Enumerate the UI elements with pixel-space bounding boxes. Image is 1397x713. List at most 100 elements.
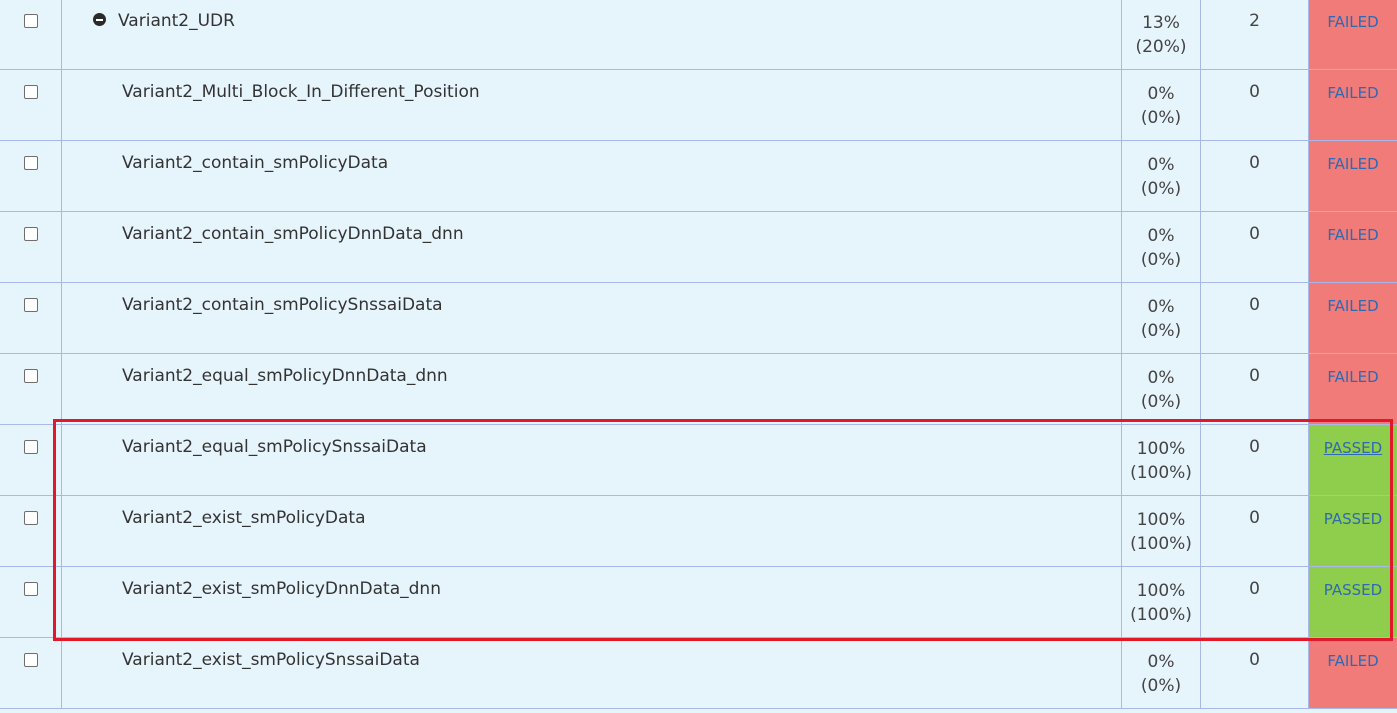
status-cell: FAILED — [1309, 212, 1397, 282]
table-row: Variant2_contain_smPolicySnssaiData 0% (0… — [0, 283, 1397, 354]
test-name: Variant2_contain_smPolicySnssaiData — [122, 295, 443, 315]
checkbox-cell — [0, 638, 62, 708]
count-value: 2 — [1249, 11, 1260, 31]
percent-value: 0% (0%) — [1140, 368, 1182, 412]
name-cell: Variant2_contain_smPolicySnssaiData — [62, 283, 1122, 353]
row-checkbox[interactable] — [24, 14, 38, 28]
status-cell: PASSED — [1309, 425, 1397, 495]
count-value: 0 — [1249, 295, 1260, 315]
row-checkbox[interactable] — [24, 227, 38, 241]
test-name: Variant2_exist_smPolicySnssaiData — [122, 650, 420, 670]
test-name: Variant2_equal_smPolicySnssaiData — [122, 437, 427, 457]
count-cell: 0 — [1201, 70, 1309, 140]
count-value: 0 — [1249, 224, 1260, 244]
name-cell: Variant2_Multi_Block_In_Different_Positi… — [62, 70, 1122, 140]
percent-cell: 0% (0%) — [1122, 212, 1201, 282]
percent-value: 100% (100%) — [1130, 439, 1192, 483]
status-link[interactable]: FAILED — [1309, 368, 1397, 386]
minus-circle-icon[interactable] — [93, 13, 106, 26]
status-cell: PASSED — [1309, 567, 1397, 637]
percent-cell: 0% (0%) — [1122, 141, 1201, 211]
percent-cell: 0% (0%) — [1122, 283, 1201, 353]
count-value: 0 — [1249, 508, 1260, 528]
row-checkbox[interactable] — [24, 298, 38, 312]
count-cell: 2 — [1201, 0, 1309, 69]
checkbox-cell — [0, 496, 62, 566]
test-name: Variant2_contain_smPolicyDnnData_dnn — [122, 224, 464, 244]
count-value: 0 — [1249, 579, 1260, 599]
status-cell: FAILED — [1309, 70, 1397, 140]
test-name: Variant2_UDR — [118, 11, 235, 31]
percent-cell: 0% (0%) — [1122, 354, 1201, 424]
status-link[interactable]: PASSED — [1309, 510, 1397, 528]
row-checkbox[interactable] — [24, 85, 38, 99]
status-cell: FAILED — [1309, 0, 1397, 69]
percent-cell: 100% (100%) — [1122, 425, 1201, 495]
row-checkbox[interactable] — [24, 156, 38, 170]
row-checkbox[interactable] — [24, 369, 38, 383]
table-row: Variant2_Multi_Block_In_Different_Positi… — [0, 70, 1397, 141]
name-cell: Variant2_UDR — [62, 0, 1122, 69]
count-value: 0 — [1249, 650, 1260, 670]
test-name: Variant2_exist_smPolicyDnnData_dnn — [122, 579, 441, 599]
count-cell: 0 — [1201, 567, 1309, 637]
status-cell: FAILED — [1309, 354, 1397, 424]
count-value: 0 — [1249, 437, 1260, 457]
checkbox-cell — [0, 0, 62, 69]
count-cell: 0 — [1201, 354, 1309, 424]
name-cell: Variant2_exist_smPolicyDnnData_dnn — [62, 567, 1122, 637]
row-checkbox[interactable] — [24, 653, 38, 667]
count-value: 0 — [1249, 366, 1260, 386]
count-cell: 0 — [1201, 283, 1309, 353]
test-name: Variant2_Multi_Block_In_Different_Positi… — [122, 82, 480, 102]
count-cell: 0 — [1201, 425, 1309, 495]
test-name: Variant2_equal_smPolicyDnnData_dnn — [122, 366, 448, 386]
status-link[interactable]: FAILED — [1309, 155, 1397, 173]
percent-value: 0% (0%) — [1140, 84, 1182, 128]
percent-value: 0% (0%) — [1140, 226, 1182, 270]
percent-value: 0% (0%) — [1140, 297, 1182, 341]
count-value: 0 — [1249, 82, 1260, 102]
status-link[interactable]: PASSED — [1309, 581, 1397, 599]
checkbox-cell — [0, 567, 62, 637]
percent-value: 100% (100%) — [1130, 510, 1192, 554]
name-cell: Variant2_equal_smPolicyDnnData_dnn — [62, 354, 1122, 424]
percent-value: 0% (0%) — [1140, 652, 1182, 696]
count-value: 0 — [1249, 153, 1260, 173]
checkbox-cell — [0, 212, 62, 282]
table-row: Variant2_contain_smPolicyData 0% (0%) 0 F… — [0, 141, 1397, 212]
status-cell: PASSED — [1309, 496, 1397, 566]
name-cell: Variant2_exist_smPolicyData — [62, 496, 1122, 566]
status-cell: FAILED — [1309, 141, 1397, 211]
percent-value: 13% (20%) — [1135, 13, 1187, 57]
percent-value: 100% (100%) — [1130, 581, 1192, 625]
name-cell: Variant2_equal_smPolicySnssaiData — [62, 425, 1122, 495]
percent-cell: 13% (20%) — [1122, 0, 1201, 69]
checkbox-cell — [0, 425, 62, 495]
checkbox-cell — [0, 283, 62, 353]
row-checkbox[interactable] — [24, 582, 38, 596]
name-cell: Variant2_contain_smPolicyDnnData_dnn — [62, 212, 1122, 282]
status-link[interactable]: PASSED — [1309, 439, 1397, 457]
status-link[interactable]: FAILED — [1309, 297, 1397, 315]
checkbox-cell — [0, 354, 62, 424]
count-cell: 0 — [1201, 638, 1309, 708]
row-checkbox[interactable] — [24, 511, 38, 525]
percent-cell: 0% (0%) — [1122, 638, 1201, 708]
row-checkbox[interactable] — [24, 440, 38, 454]
status-link[interactable]: FAILED — [1309, 226, 1397, 244]
table-row: Variant2_equal_smPolicyDnnData_dnn 0% (0%… — [0, 354, 1397, 425]
test-name: Variant2_exist_smPolicyData — [122, 508, 366, 528]
percent-cell: 0% (0%) — [1122, 70, 1201, 140]
percent-cell: 100% (100%) — [1122, 567, 1201, 637]
table-row: Variant2_contain_smPolicyDnnData_dnn 0%(… — [0, 212, 1397, 283]
table-row: Variant2_exist_smPolicyData 100% (100%) 0… — [0, 496, 1397, 567]
status-link[interactable]: FAILED — [1309, 84, 1397, 102]
count-cell: 0 — [1201, 212, 1309, 282]
checkbox-cell — [0, 141, 62, 211]
status-link[interactable]: FAILED — [1309, 652, 1397, 670]
test-results-table: Variant2_UDR 13% (20%) 2 FAILED Variant2_… — [0, 0, 1397, 713]
name-cell: Variant2_exist_smPolicySnssaiData — [62, 638, 1122, 708]
status-link[interactable]: FAILED — [1309, 13, 1397, 31]
count-cell: 0 — [1201, 496, 1309, 566]
